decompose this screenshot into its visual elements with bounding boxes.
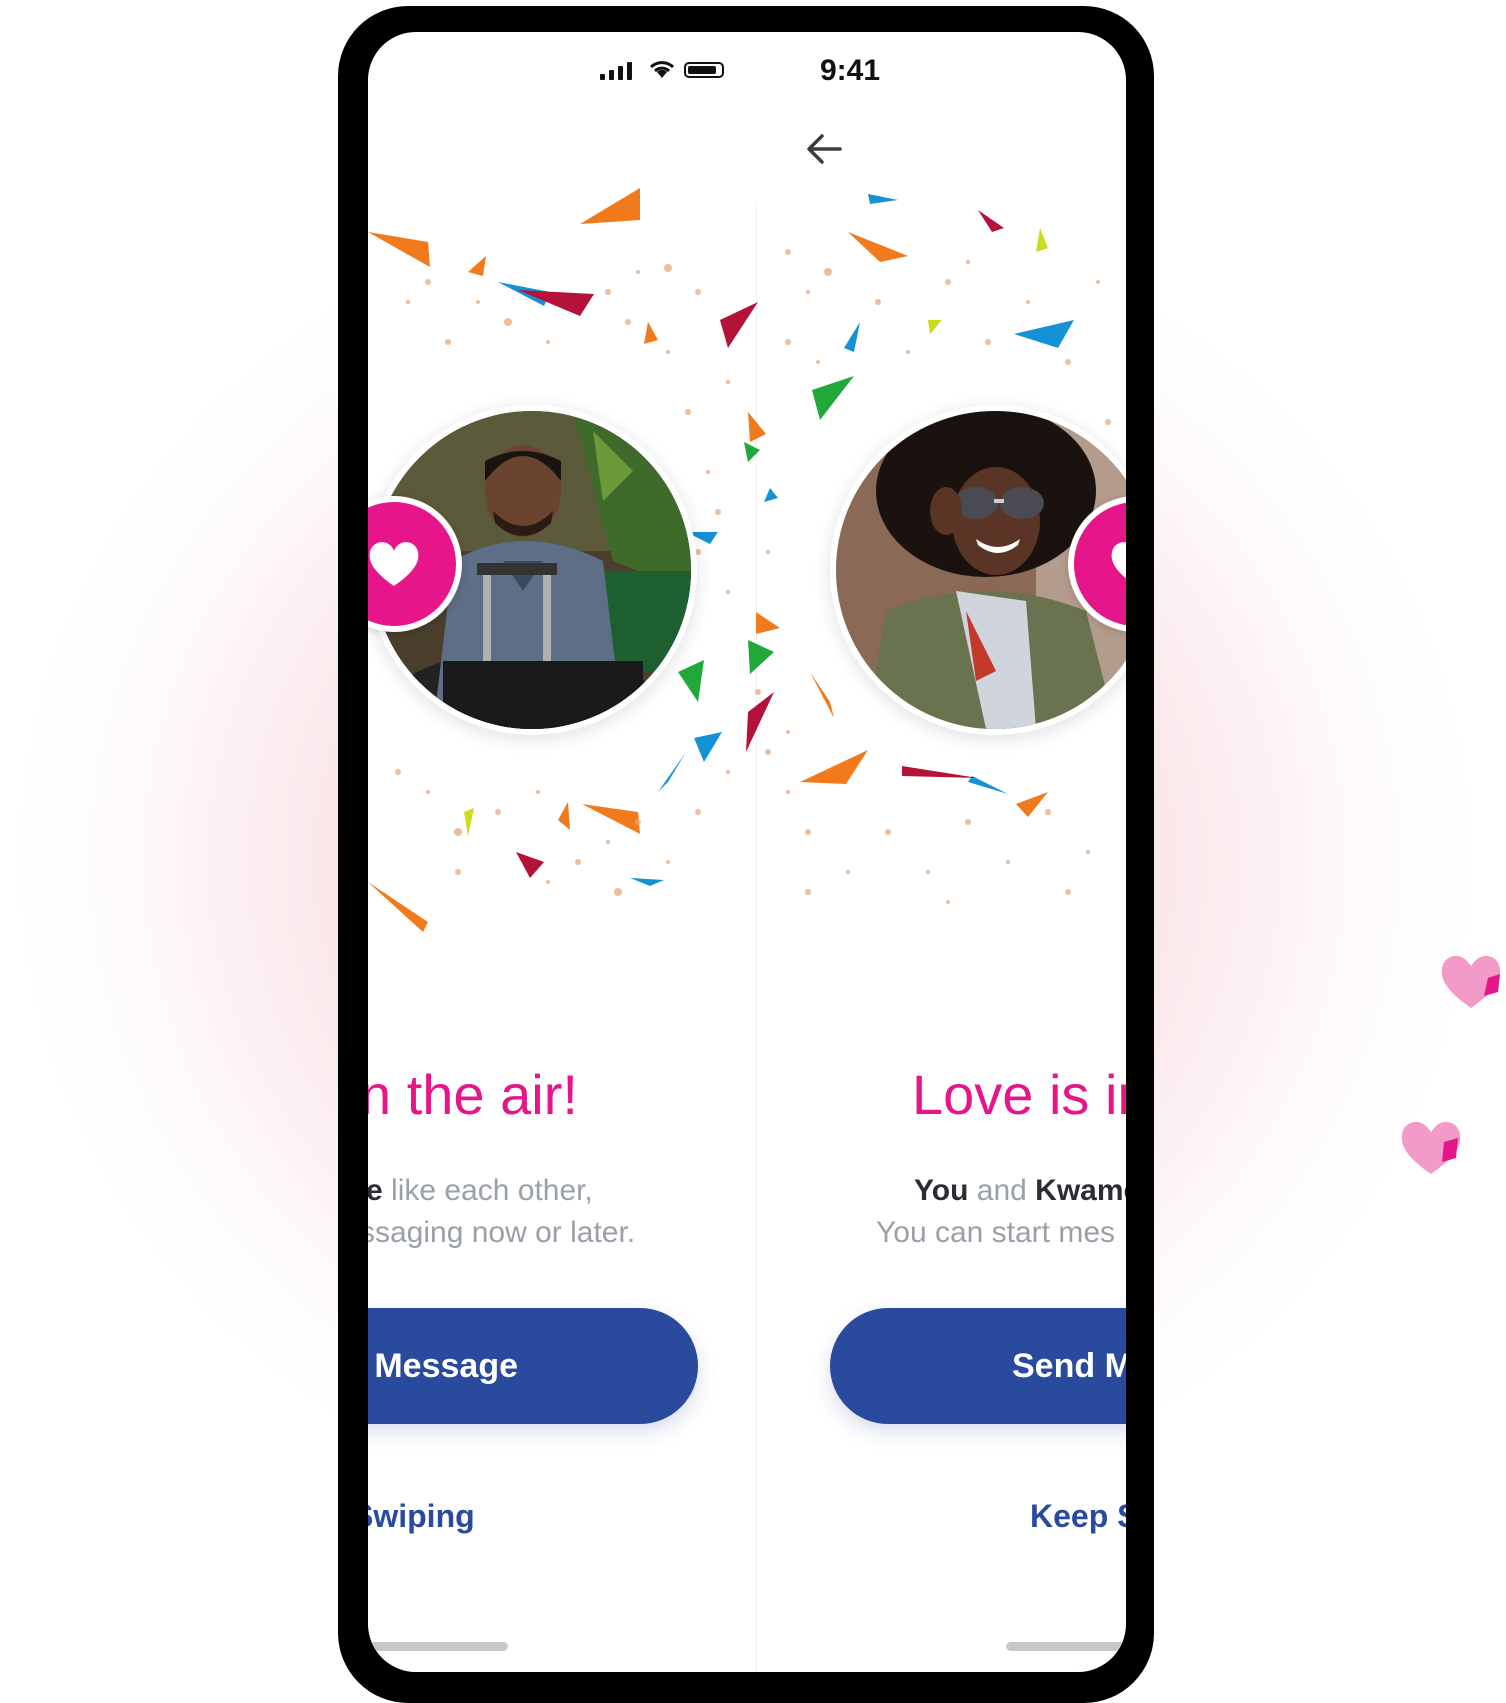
match-heading: Love is in [912,1063,1126,1126]
match-heading: n the air! [368,1063,578,1126]
you-label: You [914,1174,969,1207]
match-subtext-line2: You can start mes [876,1216,1116,1249]
match-name: e [368,1174,383,1207]
keep-swiping-link[interactable]: Swiping [368,1498,475,1535]
match-name: Kwame [1035,1174,1126,1207]
status-bar: 9:41 [368,50,1126,90]
arrow-left-icon[interactable] [800,124,850,174]
and-label: and [968,1174,1036,1207]
signal-icon [600,62,632,80]
keep-swiping-link[interactable]: Keep S [1030,1498,1126,1535]
heart-icon [369,542,419,586]
match-subtext-rest: like each other, [382,1174,593,1207]
battery-icon [684,62,724,78]
match-subtext-line1: e like each other, [368,1174,593,1208]
heart-icon [1111,542,1126,579]
match-screen: 9:41 n the air! e like each other, ssagi… [368,32,1126,1672]
send-message-button[interactable]: Message [368,1308,698,1424]
heart-icon [1441,955,1501,1008]
heart-icon [1401,1121,1461,1174]
home-indicator [368,1642,508,1651]
match-subtext-line1: You and Kwame [914,1174,1126,1208]
send-message-button[interactable]: Send M [830,1308,1126,1424]
match-subtext-line2: ssaging now or later. [368,1216,636,1249]
wifi-icon [649,61,675,78]
home-indicator [1006,1642,1126,1651]
status-time: 9:41 [820,54,881,87]
